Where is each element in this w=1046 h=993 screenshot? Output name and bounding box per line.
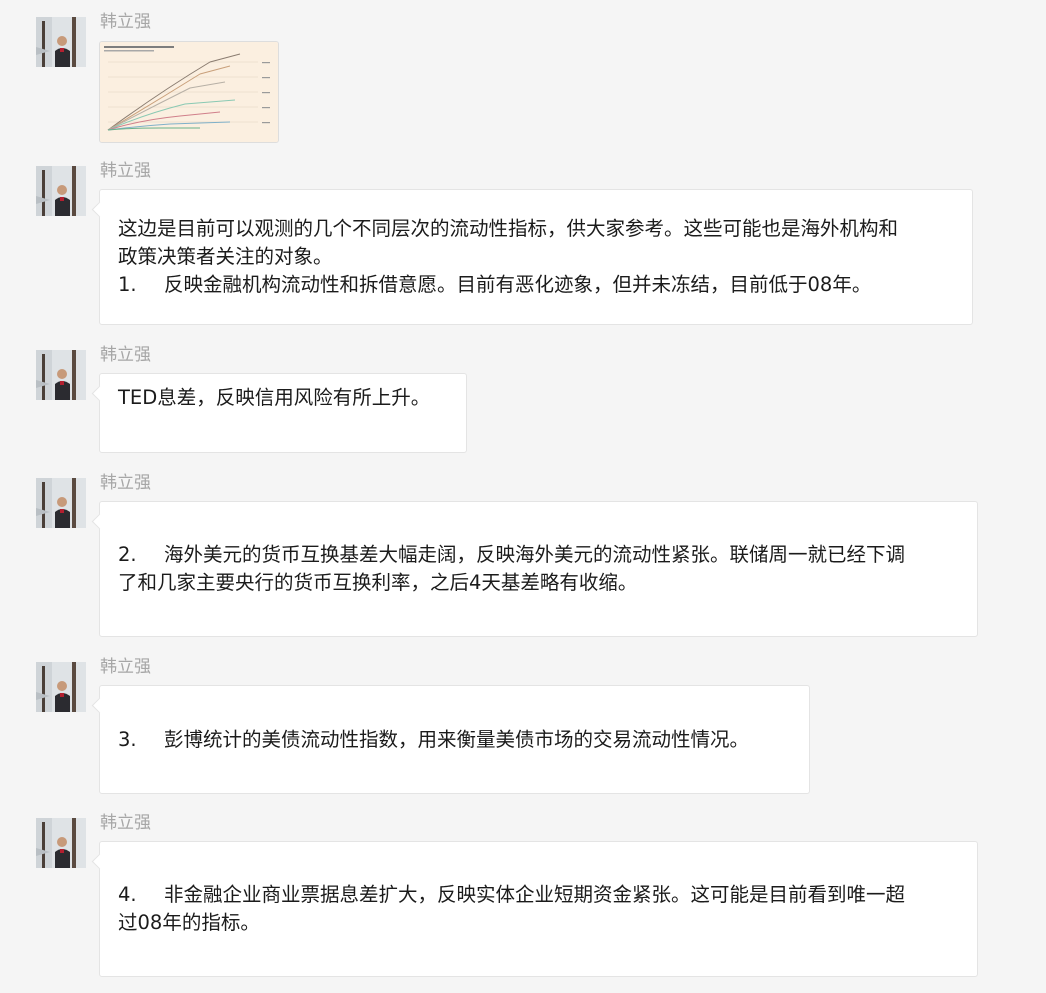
list-item: 4. 非金融企业商业票据息差扩大，反映实体企业短期资金紧张。这可能是目前看到唯一超 bbox=[118, 881, 963, 909]
sender-name: 韩立强 bbox=[100, 161, 151, 181]
avatar[interactable] bbox=[36, 818, 86, 868]
list-item: 2. 海外美元的货币互换基差大幅走阔，反映海外美元的流动性紧张。联储周一就已经下调 bbox=[118, 541, 963, 569]
sender-name: 韩立强 bbox=[100, 12, 151, 32]
message-text-line: 过08年的指标。 bbox=[118, 911, 260, 934]
message-text-line: 了和几家主要央行的货币互换利率，之后4天基差略有收缩。 bbox=[118, 571, 638, 594]
list-number: 4. bbox=[118, 883, 137, 906]
chart-image-thumbnail[interactable] bbox=[99, 41, 279, 143]
avatar[interactable] bbox=[36, 350, 86, 400]
message-bubble[interactable]: 4. 非金融企业商业票据息差扩大，反映实体企业短期资金紧张。这可能是目前看到唯一超… bbox=[99, 841, 978, 977]
list-item-text: 海外美元的货币互换基差大幅走阔，反映海外美元的流动性紧张。联储周一就已经下调 bbox=[164, 543, 906, 566]
sender-name: 韩立强 bbox=[100, 657, 151, 677]
sender-name: 韩立强 bbox=[100, 345, 151, 365]
list-item: 3. 彭博统计的美债流动性指数，用来衡量美债市场的交易流动性情况。 bbox=[118, 726, 795, 754]
message-text-line: TED息差，反映信用风险有所上升。 bbox=[118, 386, 431, 409]
avatar[interactable] bbox=[36, 166, 86, 216]
avatar[interactable] bbox=[36, 478, 86, 528]
message-bubble[interactable]: 这边是目前可以观测的几个不同层次的流动性指标，供大家参考。这些可能也是海外机构和… bbox=[99, 189, 973, 325]
message-text-line: 政策决策者关注的对象。 bbox=[118, 245, 333, 268]
message-bubble[interactable]: TED息差，反映信用风险有所上升。 bbox=[99, 373, 467, 453]
message-bubble[interactable]: 2. 海外美元的货币互换基差大幅走阔，反映海外美元的流动性紧张。联储周一就已经下调… bbox=[99, 501, 978, 637]
sender-name: 韩立强 bbox=[100, 813, 151, 833]
avatar[interactable] bbox=[36, 17, 86, 67]
message-text-line: 这边是目前可以观测的几个不同层次的流动性指标，供大家参考。这些可能也是海外机构和 bbox=[118, 217, 899, 240]
sender-name: 韩立强 bbox=[100, 473, 151, 493]
list-item-text: 彭博统计的美债流动性指数，用来衡量美债市场的交易流动性情况。 bbox=[164, 727, 750, 751]
list-number: 3. bbox=[118, 727, 137, 751]
avatar[interactable] bbox=[36, 662, 86, 712]
list-item-text: 非金融企业商业票据息差扩大，反映实体企业短期资金紧张。这可能是目前看到唯一超 bbox=[164, 883, 906, 906]
list-item: 1. 反映金融机构流动性和拆借意愿。目前有恶化迹象，但并未冻结，目前低于08年。 bbox=[118, 271, 958, 299]
list-item-text: 反映金融机构流动性和拆借意愿。目前有恶化迹象，但并未冻结，目前低于08年。 bbox=[164, 273, 872, 296]
message-bubble[interactable]: 3. 彭博统计的美债流动性指数，用来衡量美债市场的交易流动性情况。 bbox=[99, 685, 810, 794]
list-number: 2. bbox=[118, 543, 137, 566]
list-number: 1. bbox=[118, 273, 137, 296]
